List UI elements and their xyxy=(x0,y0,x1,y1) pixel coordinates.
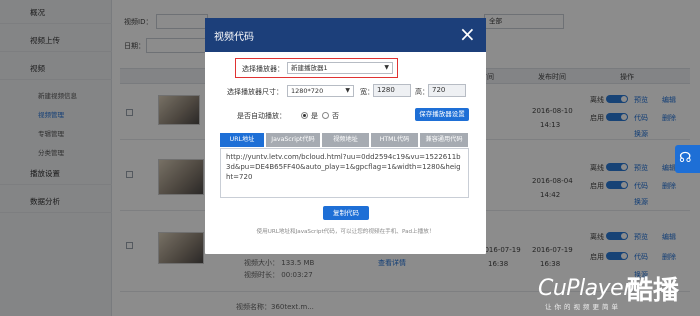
dialog-header: 视频代码 × xyxy=(205,18,486,52)
customer-support-button[interactable]: ☊ xyxy=(675,145,700,173)
copy-code-button[interactable]: 复制代码 xyxy=(323,206,369,220)
chevron-down-icon: ▼ xyxy=(384,64,389,71)
player-size-label: 选择播放器尺寸： xyxy=(227,88,283,96)
height-input[interactable]: 720 xyxy=(428,84,466,97)
video-code-dialog: 视频代码 × 选择播放器： 新建播放器1 ▼ 选择播放器尺寸： 1280*720… xyxy=(205,18,486,254)
tab-video-url[interactable]: 视频地址 xyxy=(322,133,370,147)
tab-compatible[interactable]: 兼容通用代码 xyxy=(420,133,469,147)
autoplay-no-radio[interactable] xyxy=(322,112,329,119)
autoplay-yes-radio[interactable] xyxy=(301,112,308,119)
width-label: 宽： xyxy=(360,88,374,96)
save-player-settings-button[interactable]: 保存播放器设置 xyxy=(415,108,469,121)
autoplay-label: 是否自动播放： xyxy=(237,112,286,120)
autoplay-no-label: 否 xyxy=(332,112,339,120)
tab-javascript[interactable]: JavaScript代码 xyxy=(266,133,321,147)
code-textarea[interactable]: http://yuntv.letv.com/bcloud.html?uu=0dd… xyxy=(220,148,469,198)
player-label: 选择播放器： xyxy=(242,65,284,73)
code-tabs: URL地址 JavaScript代码 视频地址 HTML代码 兼容通用代码 xyxy=(220,133,469,147)
cuplayer-logo-cn: 酷播 xyxy=(627,276,680,306)
player-select[interactable]: 新建播放器1 ▼ xyxy=(287,62,393,74)
tab-url[interactable]: URL地址 xyxy=(220,133,265,147)
cuplayer-tagline: 让你的视频更简单 xyxy=(545,303,621,311)
cuplayer-logo-text: CuPlayer xyxy=(538,276,632,301)
headset-icon: ☊ xyxy=(679,150,692,166)
chevron-down-icon: ▼ xyxy=(345,87,350,94)
autoplay-yes-label: 是 xyxy=(311,112,318,120)
tab-html[interactable]: HTML代码 xyxy=(371,133,419,147)
height-label: 高： xyxy=(415,88,429,96)
player-size-select[interactable]: 1280*720 ▼ xyxy=(287,85,354,97)
close-icon[interactable]: × xyxy=(459,24,476,44)
width-input[interactable]: 1280 xyxy=(373,84,411,97)
dialog-title: 视频代码 xyxy=(214,32,254,43)
mobile-hint-text: 使用URL地址和JavaScript代码，可以让您的视频在手机、Pad上播放！ xyxy=(256,229,435,235)
